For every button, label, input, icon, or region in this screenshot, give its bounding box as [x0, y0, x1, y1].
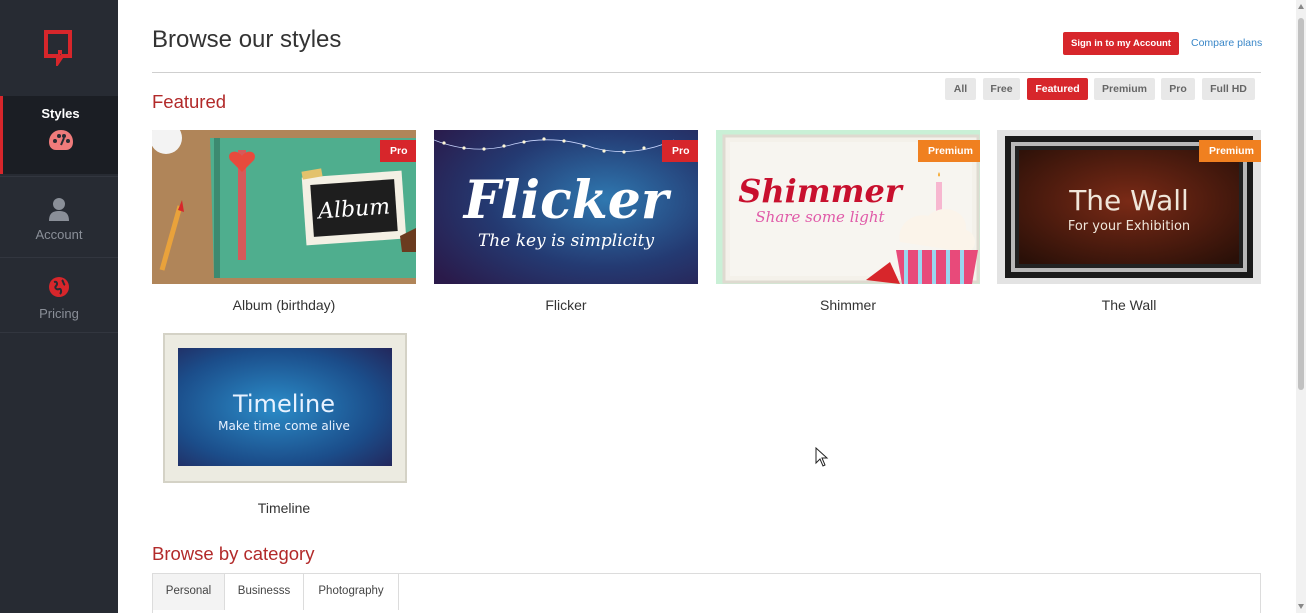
sidebar: Styles Account Pricing — [0, 0, 118, 613]
scroll-up-arrow-icon[interactable] — [1298, 4, 1304, 9]
sign-in-button[interactable]: Sign in to my Account — [1063, 32, 1179, 55]
thumb-title: The Wall — [1068, 184, 1189, 217]
sidebar-item-label: Account — [35, 227, 83, 242]
card-title[interactable]: Shimmer — [716, 297, 980, 313]
sidebar-item-label: Pricing — [39, 306, 79, 321]
pro-badge: Pro — [662, 140, 698, 162]
sidebar-item-styles[interactable]: Styles — [0, 96, 118, 174]
main-content: Browse our styles Sign in to my Account … — [118, 0, 1296, 613]
brand-logo-icon[interactable] — [44, 30, 74, 66]
timeline-preview: Timeline Make time come alive — [163, 333, 407, 483]
thumb-subtitle: The key is simplicity — [478, 231, 655, 251]
filter-featured[interactable]: Featured — [1027, 78, 1088, 100]
sidebar-item-label: Styles — [41, 106, 80, 121]
globe-icon — [49, 277, 69, 297]
thumb-subtitle: Make time come alive — [218, 419, 350, 433]
mouse-cursor-icon — [815, 447, 829, 467]
sidebar-item-pricing[interactable]: Pricing — [0, 257, 118, 333]
thumb-title: Shimmer — [738, 172, 904, 210]
card-thumbnail[interactable]: Shimmer Share some light Premium — [716, 130, 980, 284]
card-thumbnail[interactable]: The Wall For your Exhibition Premium — [997, 130, 1261, 284]
card-thumbnail[interactable]: Album Pro — [152, 130, 416, 284]
tab-photography[interactable]: Photography — [304, 574, 399, 610]
thumb-subtitle: Share some light — [755, 208, 885, 226]
filter-full-hd[interactable]: Full HD — [1202, 78, 1255, 100]
category-tabs: Personal Businesss Photography — [152, 573, 1261, 613]
thumb-title: Album — [315, 195, 391, 225]
premium-badge: Premium — [1199, 140, 1261, 162]
filter-pro[interactable]: Pro — [1161, 78, 1195, 100]
card-title[interactable]: Flicker — [434, 297, 698, 313]
premium-badge: Premium — [918, 140, 980, 162]
album-preview: Album — [152, 130, 416, 284]
category-section-title: Browse by category — [152, 543, 315, 564]
compare-plans-link[interactable]: Compare plans — [1191, 37, 1262, 49]
card-title[interactable]: The Wall — [997, 297, 1261, 313]
card-title[interactable]: Album (birthday) — [152, 297, 416, 313]
filter-premium[interactable]: Premium — [1094, 78, 1155, 100]
sidebar-item-account[interactable]: Account — [0, 176, 118, 256]
flicker-preview: Flicker The key is simplicity — [434, 130, 698, 284]
user-icon — [49, 198, 69, 221]
filter-all[interactable]: All — [945, 78, 976, 100]
card-thumbnail[interactable]: Timeline Make time come alive — [152, 332, 416, 486]
tab-personal[interactable]: Personal — [153, 574, 225, 610]
card-thumbnail[interactable]: Flicker The key is simplicity Pro — [434, 130, 698, 284]
tab-business[interactable]: Businesss — [225, 574, 304, 610]
filter-free[interactable]: Free — [983, 78, 1020, 100]
header-divider — [152, 72, 1261, 73]
pro-badge: Pro — [380, 140, 416, 162]
page-title: Browse our styles — [152, 26, 342, 53]
page-scrollbar[interactable] — [1296, 0, 1306, 613]
scroll-down-arrow-icon[interactable] — [1298, 604, 1304, 609]
thumb-title: Flicker — [462, 170, 672, 231]
thumb-title: Timeline — [232, 390, 335, 418]
palette-icon — [48, 130, 73, 150]
featured-section-title: Featured — [152, 91, 227, 112]
scrollbar-thumb[interactable] — [1298, 18, 1304, 390]
thumb-subtitle: For your Exhibition — [1068, 219, 1190, 234]
card-title[interactable]: Timeline — [152, 500, 416, 516]
